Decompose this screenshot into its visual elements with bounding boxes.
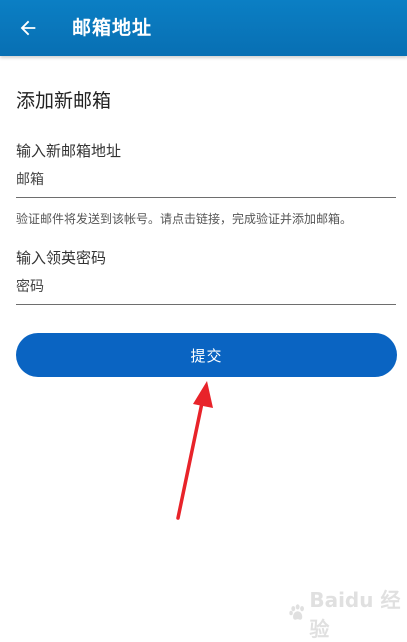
verification-hint: 验证邮件将发送到该帐号。请点击链接，完成验证并添加邮箱。 bbox=[16, 212, 353, 226]
submit-button[interactable]: 提交 bbox=[16, 333, 397, 377]
arrow-left-icon bbox=[20, 20, 36, 36]
watermark-text: Baidu 经验 bbox=[309, 588, 401, 641]
section-title: 添加新邮箱 bbox=[16, 90, 112, 112]
back-button[interactable] bbox=[10, 10, 46, 46]
email-input[interactable] bbox=[16, 167, 396, 198]
app-bar: 邮箱地址 bbox=[0, 0, 407, 56]
arrow-head bbox=[193, 381, 213, 408]
password-label: 输入领英密码 bbox=[16, 249, 107, 267]
arrow-shaft bbox=[176, 396, 205, 520]
paw-icon bbox=[289, 604, 304, 620]
baidu-watermark: Baidu 经验 bbox=[288, 584, 407, 642]
email-label: 输入新邮箱地址 bbox=[16, 142, 122, 160]
password-input[interactable] bbox=[16, 274, 396, 305]
page-title: 邮箱地址 bbox=[72, 17, 153, 39]
